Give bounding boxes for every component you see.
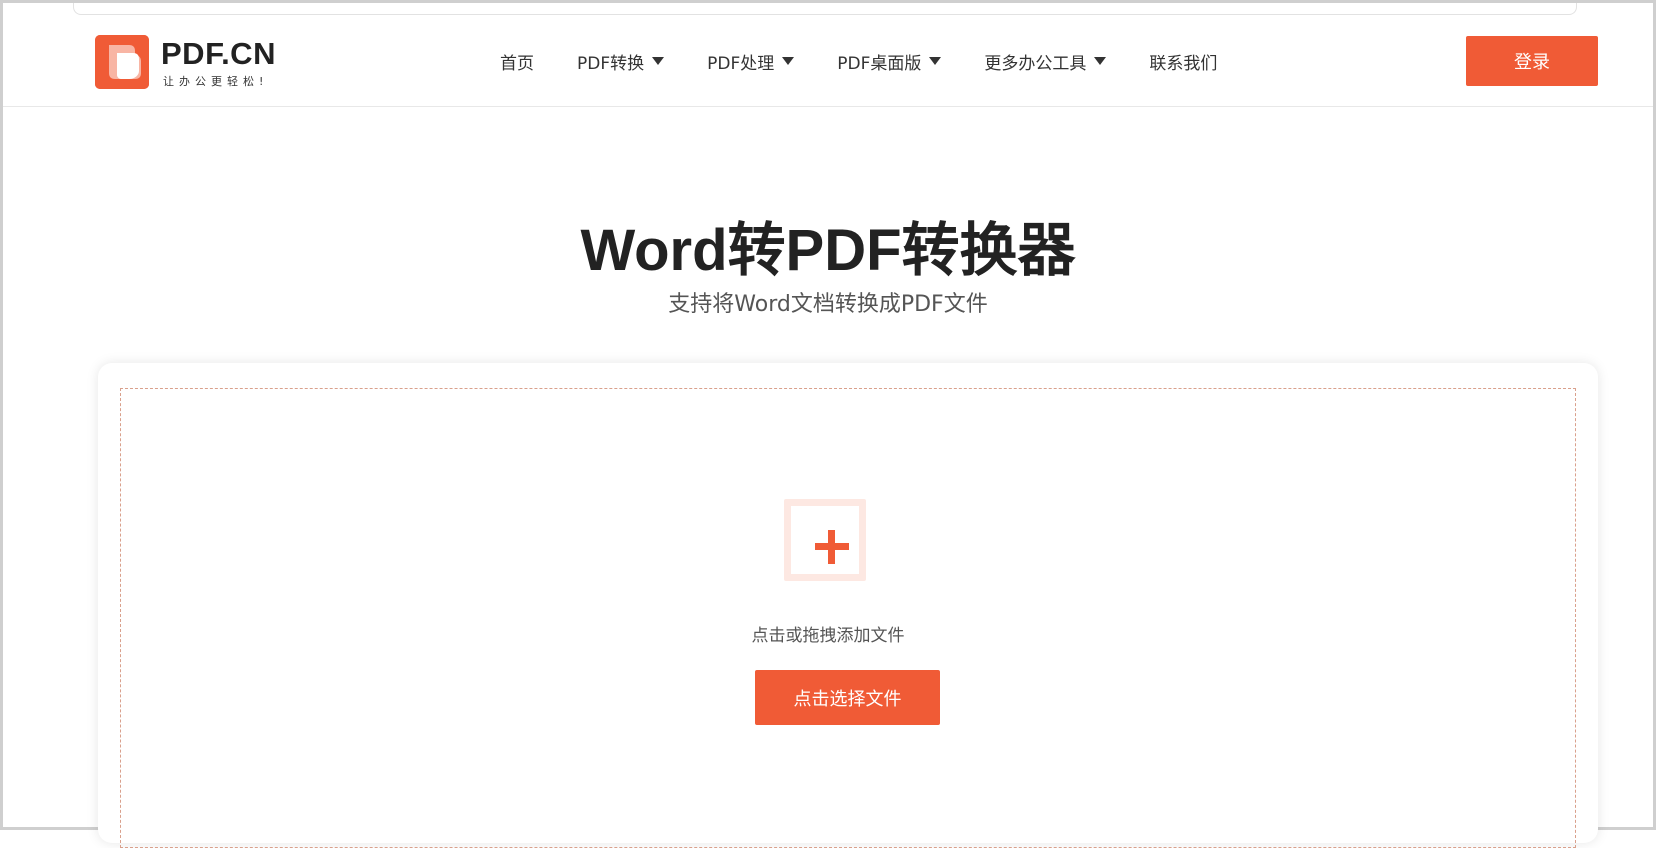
caret-down-icon (652, 57, 665, 65)
nav-label: PDF处理 (707, 53, 775, 74)
logo-text: PDF.CN (161, 36, 276, 71)
page-subtitle: 支持将Word文档转换成PDF文件 (668, 292, 988, 317)
nav-pdf-convert[interactable]: PDF转换 (577, 49, 665, 74)
file-dropzone[interactable] (120, 388, 1576, 848)
upload-hint: 点击或拖拽添加文件 (751, 626, 905, 646)
logo-icon (95, 35, 149, 89)
nav-label: PDF桌面版 (837, 53, 922, 74)
page-title: Word转PDF转换器 (580, 218, 1076, 283)
caret-down-icon (1094, 57, 1107, 65)
nav-contact[interactable]: 联系我们 (1149, 49, 1217, 74)
nav-more-tools[interactable]: 更多办公工具 (984, 49, 1107, 74)
plus-icon[interactable] (784, 499, 866, 581)
caret-down-icon (929, 57, 942, 65)
nav-label: 更多办公工具 (984, 53, 1087, 74)
plus-icon-inner (791, 506, 859, 574)
nav-label: 首页 (500, 53, 534, 74)
main-nav: 首页 PDF转换 PDF处理 PDF桌面版 更多办公工具 联系我们 (500, 46, 1217, 76)
nav-label: PDF转换 (577, 53, 645, 74)
plus-bar-vertical (828, 530, 835, 564)
logo-slogan: 让办公更轻松! (163, 75, 269, 88)
caret-down-icon (782, 57, 795, 65)
logo[interactable]: PDF.CN 让办公更轻松! (95, 35, 295, 89)
site-header: PDF.CN 让办公更轻松! 首页 PDF转换 PDF处理 PDF桌面版 更多办… (3, 18, 1653, 107)
upload-card (98, 363, 1598, 848)
nav-home[interactable]: 首页 (500, 49, 534, 74)
nav-pdf-desktop[interactable]: PDF桌面版 (837, 49, 942, 74)
select-file-button[interactable]: 点击选择文件 (755, 670, 940, 725)
login-button[interactable]: 登录 (1466, 36, 1598, 86)
nav-label: 联系我们 (1149, 53, 1218, 74)
nav-pdf-process[interactable]: PDF处理 (707, 49, 795, 74)
top-strip (73, 3, 1577, 15)
browser-frame: PDF.CN 让办公更轻松! 首页 PDF转换 PDF处理 PDF桌面版 更多办… (0, 0, 1656, 848)
